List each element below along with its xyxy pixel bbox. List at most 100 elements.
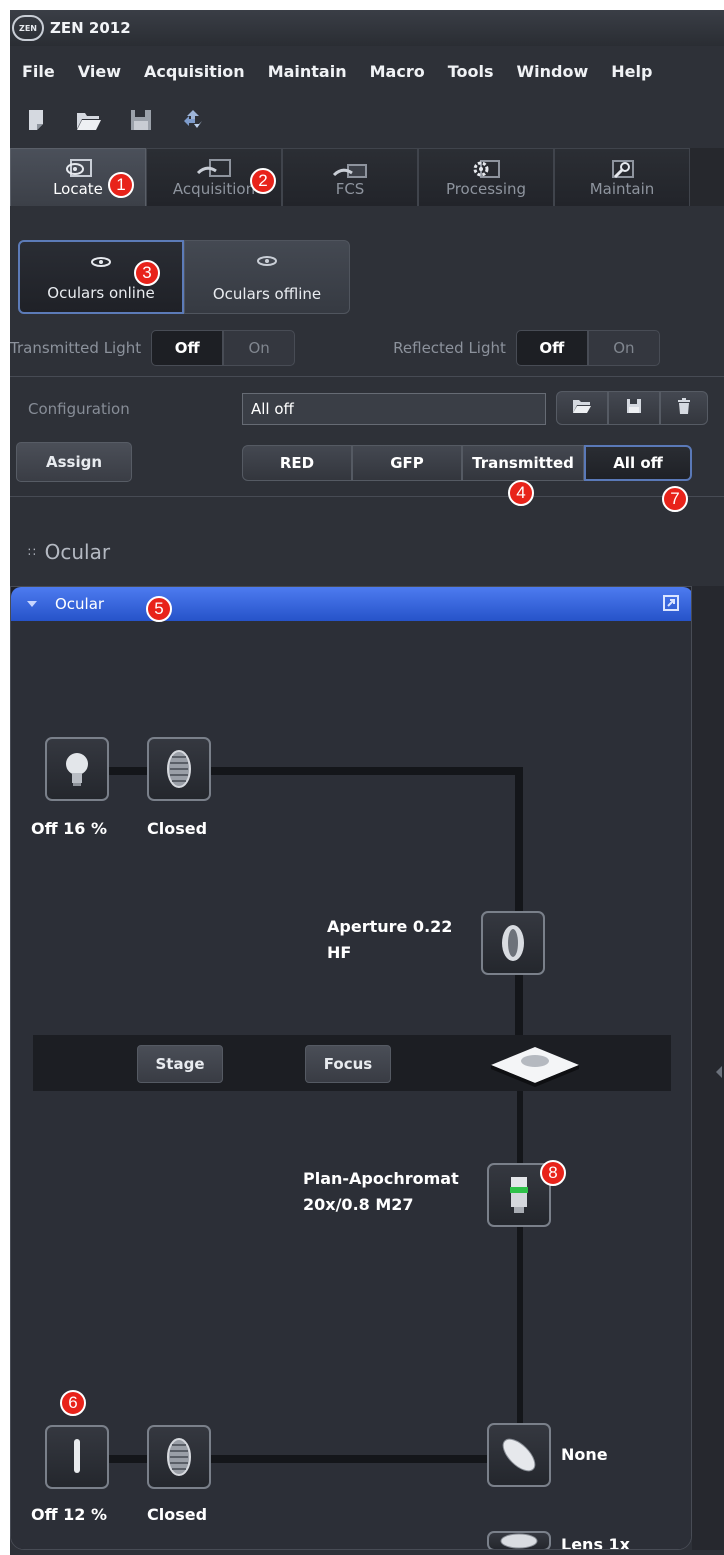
reflected-off-button[interactable]: Off [515, 330, 588, 366]
ocular-panel: Ocular Off 16 % Closed Aperture 0.22 HF … [10, 586, 692, 1550]
reflector-label: None [561, 1445, 608, 1464]
configuration-label: Configuration [28, 400, 130, 418]
tab-fcs[interactable]: FCS [282, 148, 418, 206]
stage-button[interactable]: Stage [137, 1045, 223, 1083]
assign-button[interactable]: Assign [16, 442, 132, 482]
trash-icon [677, 398, 691, 418]
divider [10, 496, 724, 497]
save-icon[interactable] [128, 107, 154, 133]
assign-row: Assign RED GFP Transmitted All off [10, 440, 724, 482]
section-title-text: Ocular [44, 540, 111, 564]
save-configuration-button[interactable] [608, 391, 660, 425]
title-bar: ZEN ZEN 2012 [10, 10, 724, 46]
transmitted-off-button[interactable]: Off [151, 330, 224, 366]
reflected-on-button[interactable]: On [587, 330, 660, 366]
fcs-icon [332, 159, 368, 185]
oculars-online-label: Oculars online [47, 284, 155, 302]
expand-arrow-icon[interactable] [716, 1066, 722, 1078]
objective-label-line1: Plan-Apochromat [303, 1169, 459, 1188]
new-document-icon[interactable] [24, 107, 50, 133]
collapse-arrow-icon[interactable] [27, 601, 37, 607]
reflector-button[interactable] [487, 1423, 551, 1487]
halogen-lamp-button[interactable] [45, 737, 109, 801]
light-path-segment [517, 1091, 523, 1471]
load-configuration-button[interactable] [556, 391, 608, 425]
tab-processing[interactable]: Processing [418, 148, 554, 206]
toolbar [10, 98, 724, 142]
objective-label-line2: 20x/0.8 M27 [303, 1195, 414, 1214]
stage-icon[interactable] [489, 1045, 581, 1091]
configuration-row: Configuration All off [10, 390, 724, 430]
undock-icon[interactable] [663, 595, 679, 611]
ocular-mode-toggle: Oculars online Oculars offline [18, 240, 350, 314]
bottom-shutter-button[interactable] [147, 1425, 211, 1489]
oculars-offline-label: Oculars offline [212, 285, 322, 303]
preset-buttons: RED GFP Transmitted All off [242, 445, 692, 481]
shutter-icon [167, 1438, 191, 1476]
bottom-lamp-button[interactable] [45, 1425, 109, 1489]
callout-6: 6 [60, 1390, 86, 1416]
lightbulb-icon [66, 753, 88, 786]
callout-8: 8 [540, 1160, 566, 1186]
zen-app-window: ZEN ZEN 2012 File View Acquisition Maint… [10, 10, 724, 1555]
open-folder-icon [572, 398, 592, 418]
preset-red-button[interactable]: RED [242, 445, 352, 481]
callout-7: 7 [662, 486, 688, 512]
menu-acquisition[interactable]: Acquisition [132, 62, 256, 81]
callout-4: 4 [508, 480, 534, 506]
divider [10, 376, 724, 377]
shutter-icon [167, 750, 191, 788]
focus-button[interactable]: Focus [305, 1045, 391, 1083]
menu-view[interactable]: View [66, 62, 132, 81]
aperture-icon [502, 925, 524, 961]
stage-focus-bar: Stage Focus [33, 1035, 671, 1091]
reflected-light-label: Reflected Light [393, 339, 506, 357]
transmitted-light-toggle: Off On [151, 330, 296, 366]
top-lamp-label: Off 16 % [31, 819, 107, 838]
aperture-label-line1: Aperture 0.22 [327, 917, 453, 936]
transmitted-on-button[interactable]: On [223, 330, 296, 366]
lens-button[interactable] [487, 1531, 551, 1549]
configuration-actions [556, 391, 708, 425]
oculars-offline-button[interactable]: Oculars offline [184, 240, 350, 314]
wrench-icon [607, 159, 637, 187]
delete-configuration-button[interactable] [660, 391, 708, 425]
menu-help[interactable]: Help [599, 62, 663, 81]
lens-icon [500, 1533, 538, 1549]
transmitted-light-label: Transmitted Light [10, 339, 142, 357]
ocular-panel-header[interactable]: Ocular [11, 587, 691, 621]
drag-handle-icon: ∷ [28, 545, 36, 559]
preset-all-off-button[interactable]: All off [584, 445, 692, 481]
aperture-button[interactable] [481, 911, 545, 975]
objective-icon [510, 1177, 528, 1213]
top-shutter-label: Closed [147, 819, 208, 838]
preset-gfp-button[interactable]: GFP [352, 445, 462, 481]
callout-1: 1 [108, 172, 134, 198]
top-shutter-button[interactable] [147, 737, 211, 801]
tab-maintain[interactable]: Maintain [554, 148, 690, 206]
lens-label: Lens 1x [561, 1535, 630, 1550]
aperture-label-line2: HF [327, 943, 352, 962]
bottom-lamp-label: Off 12 % [31, 1505, 107, 1524]
menu-file[interactable]: File [10, 62, 66, 81]
preset-transmitted-button[interactable]: Transmitted [462, 445, 584, 481]
app-title: ZEN 2012 [50, 19, 131, 37]
open-folder-icon[interactable] [76, 107, 102, 133]
ocular-section-title[interactable]: ∷ Ocular [28, 540, 110, 564]
light-path-segment [75, 767, 523, 775]
callout-5: 5 [146, 596, 172, 622]
menu-tools[interactable]: Tools [436, 62, 505, 81]
reuse-icon[interactable] [180, 107, 206, 133]
mirror-icon [502, 1438, 536, 1472]
callout-2: 2 [250, 168, 276, 194]
menu-macro[interactable]: Macro [358, 62, 436, 81]
menu-maintain[interactable]: Maintain [256, 62, 358, 81]
save-icon [626, 398, 642, 418]
menu-window[interactable]: Window [504, 62, 599, 81]
configuration-field[interactable]: All off [242, 393, 546, 425]
bottom-shutter-label: Closed [147, 1505, 208, 1524]
gear-icon [471, 159, 501, 187]
menu-bar: File View Acquisition Maintain Macro Too… [10, 54, 724, 88]
panel-title: Ocular [55, 595, 105, 613]
zen-logo: ZEN [12, 15, 44, 41]
